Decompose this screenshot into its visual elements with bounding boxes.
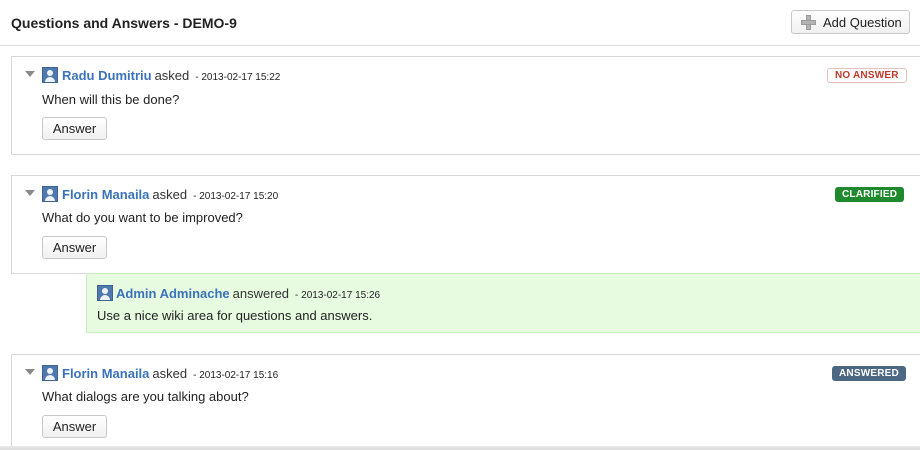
- user-avatar-icon: [42, 186, 58, 202]
- action-verb: asked: [154, 68, 190, 83]
- question-text: What do you want to be improved?: [42, 210, 243, 225]
- add-question-label: Add Question: [823, 15, 902, 30]
- timestamp: - 2013-02-17 15:20: [193, 191, 279, 202]
- status-badge: CLARIFIED: [835, 187, 905, 202]
- answer-button[interactable]: Answer: [42, 415, 107, 438]
- status-badge: NO ANSWER: [827, 68, 907, 83]
- collapse-toggle-icon[interactable]: [25, 71, 35, 77]
- add-question-button[interactable]: Add Question: [791, 10, 910, 34]
- timestamp: - 2013-02-17 15:16: [193, 370, 279, 381]
- answer-meta: Admin Adminache answered - 2013-02-17 15:2…: [116, 286, 380, 301]
- question-text: What dialogs are you talking about?: [42, 389, 249, 404]
- question-meta: Florin Manaila asked - 2013-02-17 15:20: [62, 187, 278, 202]
- author-link[interactable]: Radu Dumitriu: [62, 68, 152, 83]
- answer-button[interactable]: Answer: [42, 236, 107, 259]
- timestamp: - 2013-02-17 15:26: [295, 290, 381, 301]
- collapse-toggle-icon[interactable]: [25, 369, 35, 375]
- question-text: When will this be done?: [42, 92, 180, 107]
- answer-button[interactable]: Answer: [42, 117, 107, 140]
- action-verb: asked: [152, 187, 188, 202]
- scroll-edge: [0, 446, 920, 450]
- user-avatar-icon: [42, 67, 58, 83]
- question-meta: Florin Manaila asked - 2013-02-17 15:16: [62, 366, 278, 381]
- author-link[interactable]: Florin Manaila: [62, 187, 149, 202]
- plus-icon: [801, 15, 816, 30]
- action-verb: asked: [152, 366, 188, 381]
- user-avatar-icon: [97, 285, 113, 301]
- question-item: Florin Manaila asked - 2013-02-17 15:20 CL…: [11, 175, 920, 274]
- answer-item: Admin Adminache answered - 2013-02-17 15:2…: [86, 273, 920, 333]
- user-avatar-icon: [42, 365, 58, 381]
- author-link[interactable]: Admin Adminache: [116, 286, 230, 301]
- page-title: Questions and Answers - DEMO-9: [11, 15, 237, 31]
- question-meta: Radu Dumitriu asked - 2013-02-17 15:22: [62, 68, 280, 83]
- collapse-toggle-icon[interactable]: [25, 190, 35, 196]
- answer-text: Use a nice wiki area for questions and a…: [97, 308, 373, 323]
- question-item: Radu Dumitriu asked - 2013-02-17 15:22 NO …: [11, 56, 920, 155]
- question-item: Florin Manaila asked - 2013-02-17 15:16 AN…: [11, 354, 920, 450]
- author-link[interactable]: Florin Manaila: [62, 366, 149, 381]
- status-badge: ANSWERED: [832, 366, 906, 381]
- page-header: Questions and Answers - DEMO-9 Add Quest…: [0, 0, 920, 46]
- timestamp: - 2013-02-17 15:22: [195, 72, 281, 83]
- action-verb: answered: [232, 286, 290, 301]
